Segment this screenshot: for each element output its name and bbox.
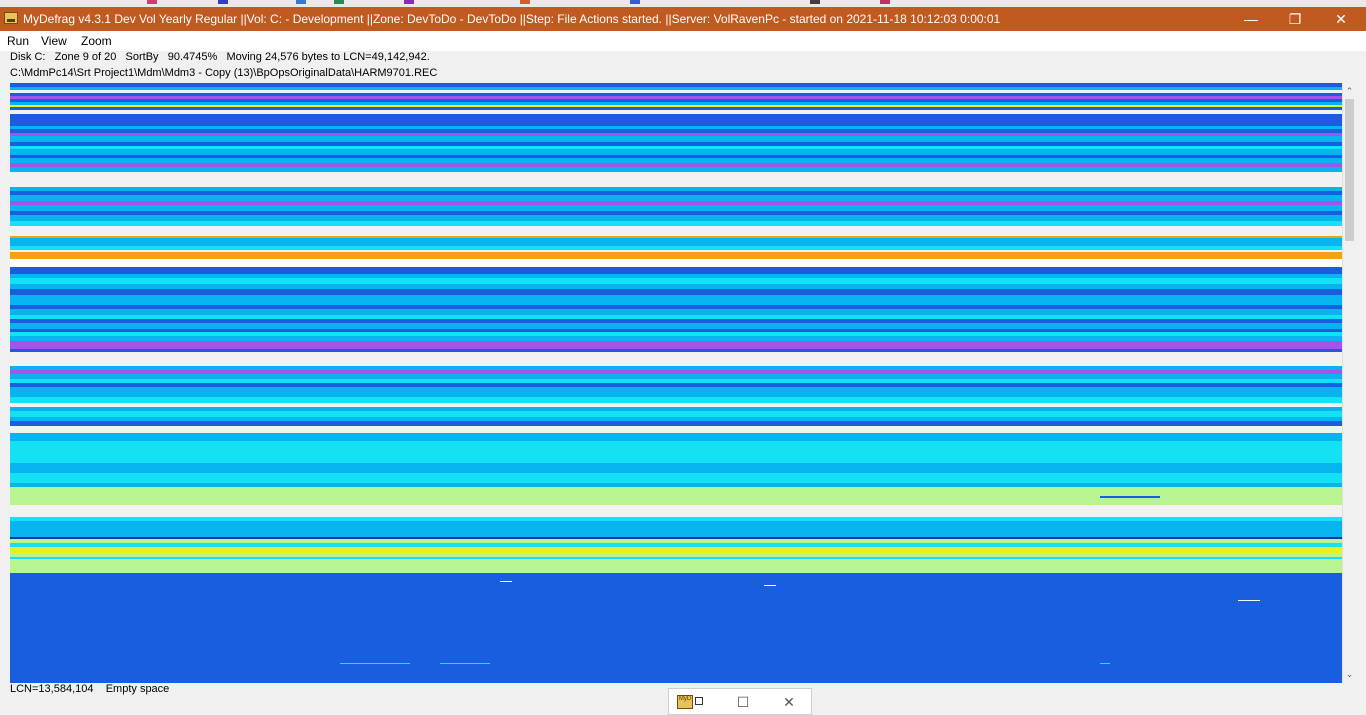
close-button[interactable]: ✕ (1318, 7, 1364, 31)
fragment-mark (764, 585, 776, 586)
fragment-mark (500, 581, 512, 582)
cluster-band (10, 238, 1342, 246)
vertical-scrollbar[interactable]: ⌃ ⌄ (1342, 83, 1356, 683)
taskbar-app-icon[interactable] (334, 0, 344, 4)
cluster-band (10, 252, 1342, 259)
disk-cluster-map[interactable] (10, 83, 1342, 683)
taskbar-app-icon[interactable] (147, 0, 157, 4)
fragment-mark (440, 663, 490, 664)
taskbar-app-icon[interactable] (810, 0, 820, 4)
cluster-band (10, 441, 1342, 463)
mydefrag-app-icon[interactable] (4, 12, 18, 24)
cluster-band (10, 352, 1342, 366)
window-title: MyDefrag v4.3.1 Dev Vol Yearly Regular |… (23, 12, 1001, 26)
fragment-mark (1100, 663, 1110, 664)
cluster-band (10, 463, 1342, 473)
cluster-band (10, 387, 1342, 397)
taskbar-app-icon[interactable] (880, 0, 890, 4)
menu-zoom[interactable]: Zoom (81, 34, 112, 48)
cluster-band (10, 226, 1342, 236)
menu-view[interactable]: View (41, 34, 67, 48)
current-file-path: C:\MdmPc14\Srt Project1\Mdm\Mdm3 - Copy … (10, 67, 438, 79)
cluster-band (10, 473, 1342, 483)
cluster-band (10, 267, 1342, 274)
taskbar-app-icon[interactable] (630, 0, 640, 4)
mydefrag-preview-icon[interactable]: MyD (677, 695, 693, 709)
cluster-band (10, 426, 1342, 433)
cluster-band (10, 341, 1342, 349)
restore-icon[interactable] (695, 697, 703, 705)
scroll-thumb[interactable] (1345, 99, 1354, 241)
preview-close-button[interactable]: ✕ (779, 693, 799, 711)
fragment-mark (1238, 600, 1260, 601)
fragment-mark (340, 663, 410, 664)
taskbar-strip (0, 0, 1366, 7)
fragment-mark (1100, 496, 1160, 498)
menu-run[interactable]: Run (7, 34, 29, 48)
cluster-band (10, 259, 1342, 267)
cluster-band (10, 295, 1342, 305)
menu-bar: Run View Zoom (0, 31, 1366, 51)
minimize-button[interactable]: — (1228, 7, 1274, 31)
cluster-band (10, 172, 1342, 187)
cluster-band (10, 433, 1342, 441)
taskbar-app-icon[interactable] (296, 0, 306, 4)
title-bar[interactable]: MyDefrag v4.3.1 Dev Vol Yearly Regular |… (0, 7, 1366, 31)
taskbar-app-icon[interactable] (404, 0, 414, 4)
cluster-band (10, 521, 1342, 537)
preview-maximize-button[interactable]: ☐ (733, 693, 753, 711)
cluster-band (10, 114, 1342, 126)
taskbar-app-icon[interactable] (520, 0, 530, 4)
mydefrag-window: MyDefrag v4.3.1 Dev Vol Yearly Regular |… (0, 7, 1366, 715)
taskbar-app-icon[interactable] (218, 0, 228, 4)
cluster-info-status: LCN=13,584,104 Empty space (10, 683, 170, 695)
taskbar-preview-window[interactable]: MyD ☐ ✕ (668, 688, 812, 715)
scroll-up-arrow-icon[interactable]: ⌃ (1343, 84, 1356, 98)
cluster-band (10, 559, 1342, 573)
scroll-down-arrow-icon[interactable]: ⌄ (1343, 667, 1356, 681)
cluster-band (10, 573, 1342, 683)
restore-button[interactable]: ❐ (1272, 7, 1318, 31)
progress-status: Disk C: Zone 9 of 20 SortBy 90.4745% Mov… (10, 51, 430, 63)
cluster-band (10, 505, 1342, 517)
